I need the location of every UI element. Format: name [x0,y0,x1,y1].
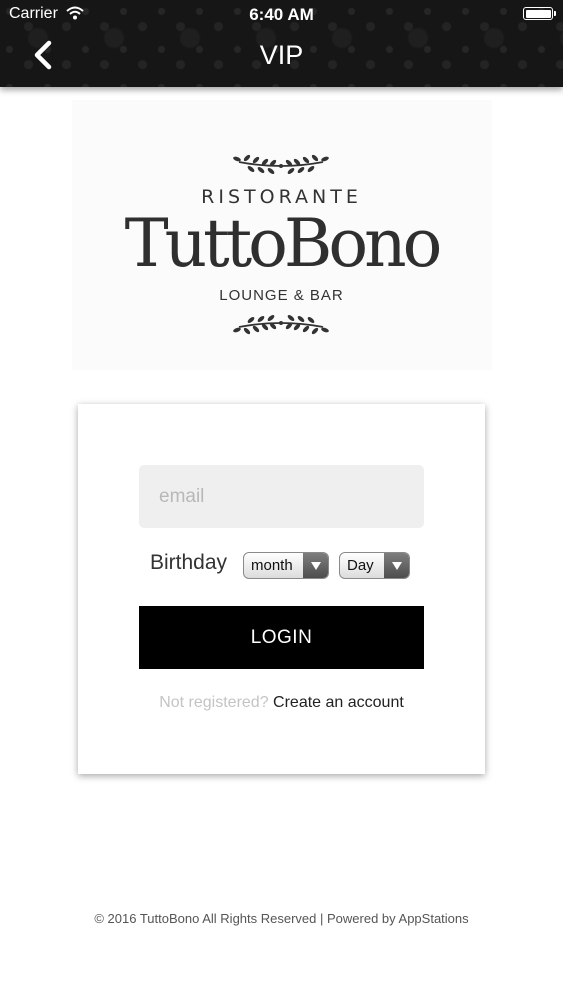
logo-name: TuttoBono [124,205,443,282]
laurel-bottom-icon [233,315,329,335]
status-time: 6:40 AM [249,5,314,24]
birthday-label: Birthday [150,551,228,574]
dropdown-arrow-icon [303,553,328,578]
page-title: VIP [259,40,304,70]
laurel-top-icon [233,154,329,174]
create-account-link[interactable]: Create an account [273,694,404,711]
login-button[interactable]: LOGIN [139,606,424,669]
day-select-value: Day [347,557,374,574]
nav-header: Carrier 6:40 AM VIP [0,0,563,87]
month-select-value: month [251,557,293,574]
dropdown-arrow-icon [384,553,409,578]
day-select[interactable]: Day [339,552,410,579]
logo-subtitle: LOUNGE & BAR [219,287,344,304]
footer-text: © 2016 TuttoBono All Rights Reserved | P… [94,911,469,926]
login-card: Birthday month Day LOGIN Not registered?… [78,404,485,774]
month-select[interactable]: month [243,552,329,579]
register-prompt: Not registered? Create an account [78,694,485,712]
not-registered-text: Not registered? [159,694,269,711]
email-input[interactable] [139,465,424,528]
battery-icon [523,7,556,20]
